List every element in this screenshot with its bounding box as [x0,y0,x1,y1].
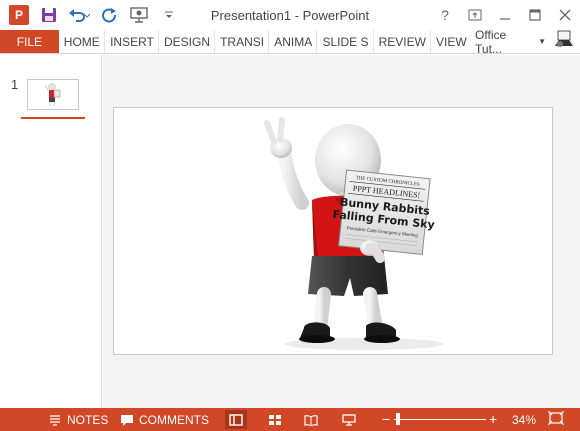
window-controls: ? [430,0,580,30]
normal-view-icon [229,413,243,426]
tab-review[interactable]: REVIEW [374,30,431,53]
customize-qat-icon[interactable] [158,4,180,26]
slide-show-button[interactable] [338,410,360,429]
reading-view-button[interactable] [300,410,322,429]
tab-design[interactable]: DESIGN [159,30,216,53]
slide-sorter-button[interactable] [264,410,286,429]
start-from-beginning-icon[interactable] [128,4,150,26]
slide-thumbnail-pane: 1 [0,55,102,408]
notes-button[interactable]: NOTES [48,408,108,431]
fit-to-window-icon [547,410,565,426]
slide-canvas[interactable]: THE CUSTOM CHRONICLES PPPT HEADLINES! Bu… [113,107,553,355]
account-name: Office Tut... [475,27,507,56]
slide-editor: THE CUSTOM CHRONICLES PPPT HEADLINES! Bu… [103,55,580,408]
thumbnail-selection-indicator [21,117,85,119]
account-menu[interactable]: Office Tut... ▼ [471,27,580,56]
slide-sorter-icon [269,414,281,425]
tab-view[interactable]: VIEW [431,30,471,53]
zoom-slider-track[interactable] [394,419,486,420]
comment-icon [121,414,133,426]
undo-icon[interactable] [68,4,90,26]
slide-thumbnail[interactable] [27,79,79,110]
title-bar: P Presentation1 - PowerPoint ? [0,0,580,30]
status-bar: NOTES COMMENTS − + 34% [0,408,580,431]
save-icon[interactable] [38,4,60,26]
zoom-level[interactable]: 34% [512,413,536,427]
tab-transitions[interactable]: TRANSI [215,30,270,53]
zoom-out-button[interactable]: − [382,411,390,427]
minimize-icon[interactable] [490,0,520,30]
notes-label: NOTES [67,412,109,427]
reading-view-icon [304,414,318,426]
chevron-down-icon: ▼ [538,37,546,46]
close-icon[interactable] [550,0,580,30]
tab-file[interactable]: FILE [0,30,59,53]
redo-icon[interactable] [98,4,120,26]
tab-home[interactable]: HOME [59,30,106,53]
tab-insert[interactable]: INSERT [105,30,159,53]
zoom-in-button[interactable]: + [489,411,497,427]
zoom-slider-thumb[interactable] [396,413,400,425]
ribbon-tabs: FILE HOME INSERT DESIGN TRANSI ANIMA SLI… [0,27,580,56]
fit-to-window-button[interactable] [547,410,566,428]
slide-illustration: THE CUSTOM CHRONICLES PPPT HEADLINES! Bu… [264,117,444,350]
user-avatar-icon [552,30,574,53]
tab-slide-show[interactable]: SLIDE S [317,30,374,53]
ribbon-display-options-icon[interactable] [460,0,490,30]
normal-view-button[interactable] [225,410,247,429]
maximize-icon[interactable] [520,0,550,30]
comments-button[interactable]: COMMENTS [120,408,209,431]
powerpoint-logo-icon[interactable]: P [8,4,30,26]
notes-icon [50,414,60,426]
help-icon[interactable]: ? [430,0,460,30]
slide-show-icon [342,413,356,426]
tab-animations[interactable]: ANIMA [269,30,318,53]
comments-label: COMMENTS [139,412,209,427]
quick-access-toolbar: P [0,0,180,30]
slide-number: 1 [11,77,19,92]
